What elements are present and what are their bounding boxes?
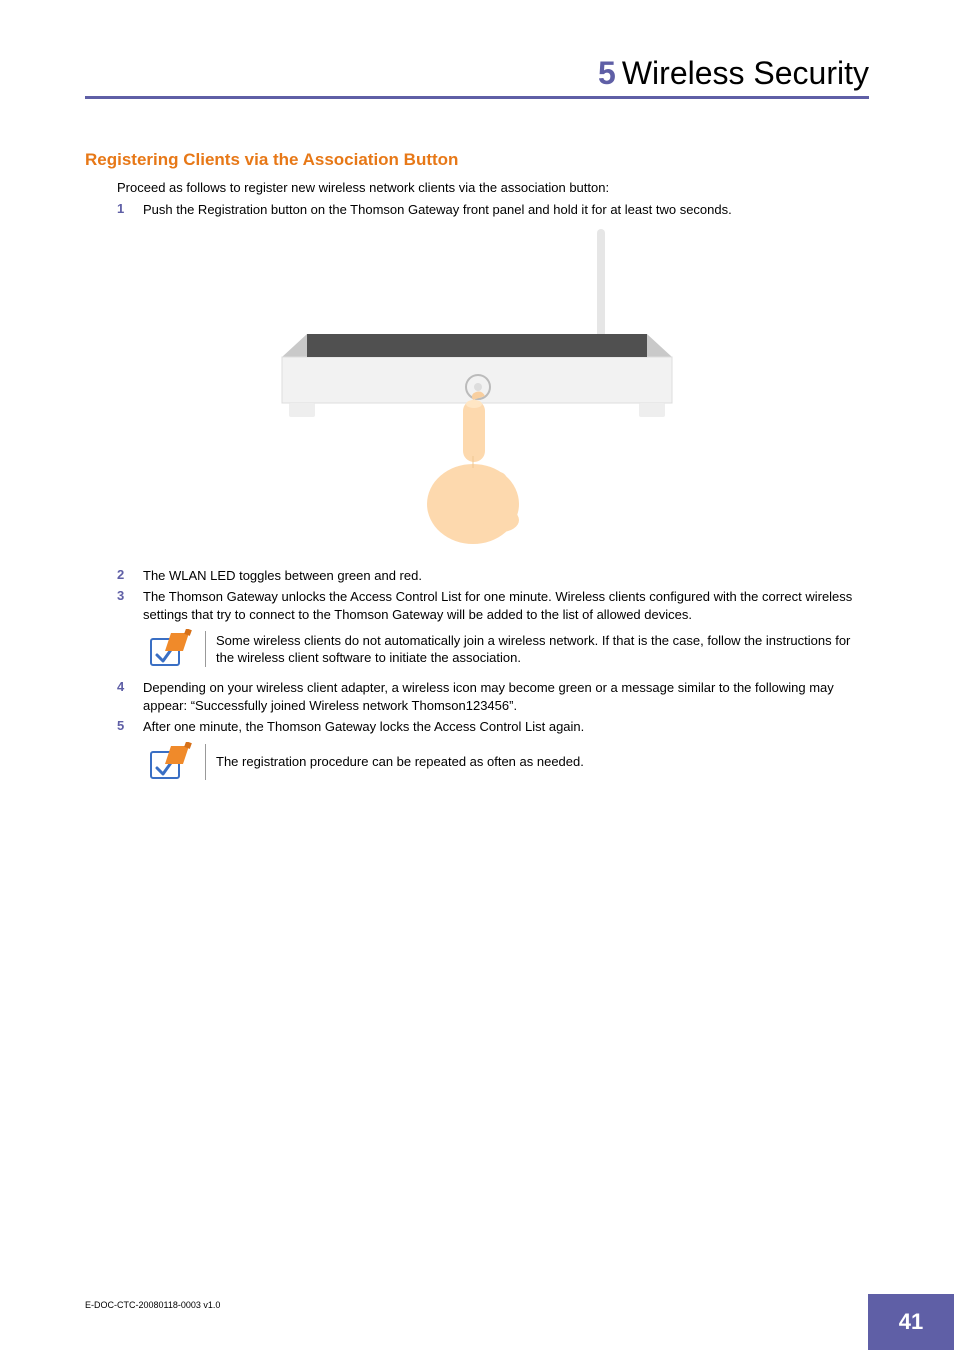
note-block: Some wireless clients do not automatical… bbox=[143, 629, 869, 669]
step-text: After one minute, the Thomson Gateway lo… bbox=[143, 718, 869, 736]
step-row: 5 After one minute, the Thomson Gateway … bbox=[117, 718, 869, 736]
step-text: Push the Registration button on the Thom… bbox=[143, 201, 869, 219]
note-pencil-check-icon bbox=[143, 742, 199, 782]
chapter-title: Wireless Security bbox=[622, 55, 869, 91]
note-divider bbox=[205, 744, 206, 780]
footer-page-number: 41 bbox=[899, 1309, 923, 1335]
note-divider bbox=[205, 631, 206, 667]
chapter-header: 5Wireless Security bbox=[598, 55, 869, 92]
note-pencil-check-icon bbox=[143, 629, 199, 669]
header-divider bbox=[85, 96, 869, 99]
step-number: 4 bbox=[117, 679, 143, 714]
note-text: The registration procedure can be repeat… bbox=[216, 742, 869, 782]
note-text: Some wireless clients do not automatical… bbox=[216, 629, 869, 669]
step-number: 2 bbox=[117, 567, 143, 585]
step-text: The WLAN LED toggles between green and r… bbox=[143, 567, 869, 585]
step-row: 3 The Thomson Gateway unlocks the Access… bbox=[117, 588, 869, 623]
chapter-number: 5 bbox=[598, 55, 616, 91]
router-illustration bbox=[85, 229, 869, 549]
step-row: 2 The WLAN LED toggles between green and… bbox=[117, 567, 869, 585]
step-row: 4 Depending on your wireless client adap… bbox=[117, 679, 869, 714]
note-block: The registration procedure can be repeat… bbox=[143, 742, 869, 782]
step-number: 5 bbox=[117, 718, 143, 736]
section-intro: Proceed as follows to register new wirel… bbox=[117, 180, 869, 195]
step-row: 1 Push the Registration button on the Th… bbox=[117, 201, 869, 219]
step-number: 1 bbox=[117, 201, 143, 219]
section-heading: Registering Clients via the Association … bbox=[85, 150, 869, 170]
step-number: 3 bbox=[117, 588, 143, 623]
footer-page-box: 41 bbox=[868, 1294, 954, 1350]
router-press-svg bbox=[227, 229, 727, 549]
step-text: Depending on your wireless client adapte… bbox=[143, 679, 869, 714]
footer-doc-id: E-DOC-CTC-20080118-0003 v1.0 bbox=[85, 1300, 220, 1310]
step-text: The Thomson Gateway unlocks the Access C… bbox=[143, 588, 869, 623]
